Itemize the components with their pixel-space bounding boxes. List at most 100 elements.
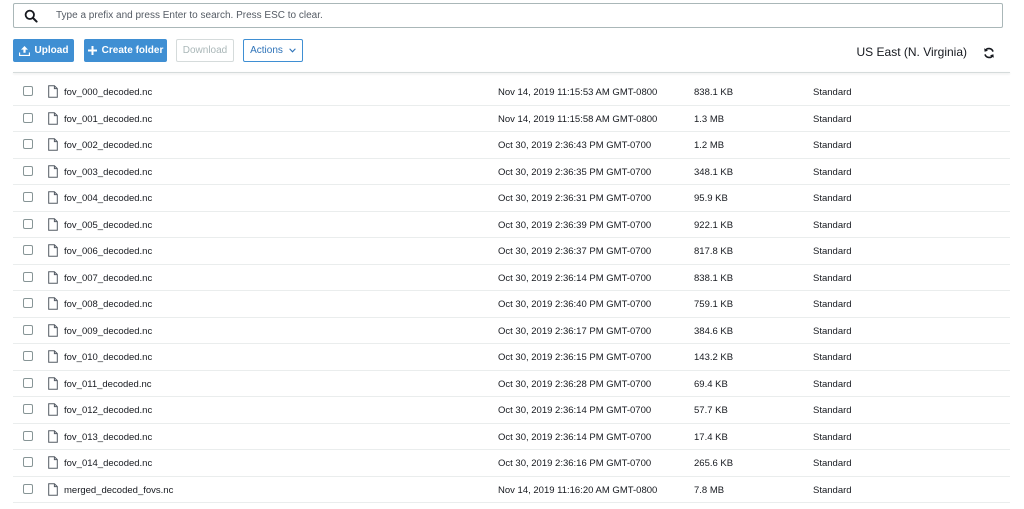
region-label: US East (N. Virginia): [856, 45, 967, 59]
row-checkbox[interactable]: [23, 86, 33, 96]
row-checkbox[interactable]: [23, 324, 33, 335]
file-icon: [48, 164, 58, 178]
file-row[interactable]: fov_001_decoded.nc Nov 14, 2019 11:15:58…: [13, 106, 1010, 132]
search-icon: [24, 9, 38, 23]
file-row[interactable]: fov_011_decoded.nc Oct 30, 2019 2:36:28 …: [13, 371, 1010, 397]
file-storage-class: Standard: [813, 140, 852, 151]
create-folder-button[interactable]: Create folder: [84, 39, 167, 62]
file-last-modified: Nov 14, 2019 11:15:58 AM GMT-0800: [498, 113, 658, 125]
file-last-modified: Oct 30, 2019 2:36:17 PM GMT-0700: [498, 325, 652, 337]
file-name[interactable]: fov_009_decoded.nc: [64, 326, 152, 337]
file-name[interactable]: fov_007_decoded.nc: [64, 273, 152, 284]
row-checkbox[interactable]: [23, 351, 33, 361]
file-storage-class: Standard: [813, 113, 852, 125]
actions-dropdown[interactable]: Actions: [243, 39, 303, 62]
file-name[interactable]: fov_002_decoded.nc: [64, 140, 152, 151]
file-name[interactable]: fov_005_decoded.nc: [64, 220, 152, 231]
file-row[interactable]: fov_013_decoded.nc Oct 30, 2019 2:36:14 …: [13, 424, 1010, 450]
search-box[interactable]: [13, 3, 1003, 28]
file-icon: [48, 244, 58, 257]
row-checkbox[interactable]: [23, 298, 33, 308]
file-icon: [48, 85, 58, 98]
file-row[interactable]: fov_010_decoded.nc Oct 30, 2019 2:36:15 …: [13, 344, 1010, 371]
file-icon: [48, 270, 58, 284]
file-name[interactable]: fov_003_decoded.nc: [64, 167, 152, 178]
file-size: 57.7 KB: [694, 405, 728, 416]
actions-label: Actions: [250, 45, 283, 56]
file-last-modified: Oct 30, 2019 2:36:43 PM GMT-0700: [498, 140, 652, 151]
file-name[interactable]: fov_013_decoded.nc: [64, 432, 152, 443]
row-checkbox[interactable]: [23, 483, 33, 494]
plus-icon: [87, 46, 97, 55]
row-checkbox[interactable]: [23, 457, 33, 467]
file-size: 17.4 KB: [694, 431, 728, 443]
file-last-modified: Oct 30, 2019 2:36:15 PM GMT-0700: [498, 352, 652, 363]
file-name[interactable]: fov_010_decoded.nc: [64, 352, 152, 363]
file-list: fov_000_decoded.nc Nov 14, 2019 11:15:53…: [13, 79, 1010, 503]
file-storage-class: Standard: [813, 193, 852, 204]
refresh-icon[interactable]: [983, 47, 995, 59]
file-row[interactable]: fov_003_decoded.nc Oct 30, 2019 2:36:35 …: [13, 159, 1010, 185]
file-size: 1.3 MB: [694, 113, 725, 125]
file-storage-class: Standard: [813, 272, 852, 284]
file-last-modified: Oct 30, 2019 2:36:28 PM GMT-0700: [498, 378, 652, 390]
file-name[interactable]: fov_012_decoded.nc: [64, 405, 152, 416]
file-size: 759.1 KB: [694, 299, 734, 310]
file-last-modified: Oct 30, 2019 2:36:37 PM GMT-0700: [498, 246, 652, 257]
row-checkbox[interactable]: [23, 377, 33, 388]
row-checkbox[interactable]: [23, 404, 33, 414]
upload-button[interactable]: Upload: [13, 39, 74, 62]
file-storage-class: Standard: [813, 484, 852, 496]
search-input[interactable]: [56, 4, 986, 27]
row-checkbox[interactable]: [23, 192, 33, 202]
file-row[interactable]: fov_009_decoded.nc Oct 30, 2019 2:36:17 …: [13, 318, 1010, 344]
file-row[interactable]: fov_005_decoded.nc Oct 30, 2019 2:36:39 …: [13, 212, 1010, 238]
file-size: 143.2 KB: [694, 352, 734, 363]
row-checkbox[interactable]: [23, 139, 33, 149]
file-last-modified: Oct 30, 2019 2:36:40 PM GMT-0700: [498, 299, 652, 310]
file-size: 95.9 KB: [694, 193, 728, 204]
file-row[interactable]: fov_006_decoded.nc Oct 30, 2019 2:36:37 …: [13, 238, 1010, 265]
file-size: 838.1 KB: [694, 272, 734, 284]
row-checkbox[interactable]: [23, 165, 33, 176]
row-checkbox[interactable]: [23, 430, 33, 441]
file-name[interactable]: fov_001_decoded.nc: [64, 114, 152, 125]
file-size: 7.8 MB: [694, 484, 725, 496]
file-row[interactable]: fov_002_decoded.nc Oct 30, 2019 2:36:43 …: [13, 132, 1010, 159]
row-checkbox[interactable]: [23, 245, 33, 255]
file-icon: [48, 482, 58, 496]
file-name[interactable]: fov_006_decoded.nc: [64, 246, 152, 257]
file-last-modified: Oct 30, 2019 2:36:14 PM GMT-0700: [498, 431, 652, 443]
file-size: 265.6 KB: [694, 458, 734, 469]
file-size: 384.6 KB: [694, 325, 734, 337]
file-icon: [48, 138, 58, 151]
file-last-modified: Oct 30, 2019 2:36:14 PM GMT-0700: [498, 272, 652, 284]
file-name[interactable]: fov_014_decoded.nc: [64, 458, 152, 469]
file-storage-class: Standard: [813, 378, 852, 390]
file-row[interactable]: fov_000_decoded.nc Nov 14, 2019 11:15:53…: [13, 79, 1010, 106]
file-name[interactable]: fov_004_decoded.nc: [64, 193, 152, 204]
file-row[interactable]: merged_decoded_fovs.nc Nov 14, 2019 11:1…: [13, 477, 1010, 503]
file-icon: [48, 217, 58, 231]
file-name[interactable]: fov_011_decoded.nc: [64, 379, 152, 390]
file-row[interactable]: fov_004_decoded.nc Oct 30, 2019 2:36:31 …: [13, 185, 1010, 212]
file-row[interactable]: fov_012_decoded.nc Oct 30, 2019 2:36:14 …: [13, 397, 1010, 424]
file-name[interactable]: fov_000_decoded.nc: [64, 87, 152, 98]
row-checkbox[interactable]: [23, 218, 33, 229]
file-row[interactable]: fov_007_decoded.nc Oct 30, 2019 2:36:14 …: [13, 265, 1010, 291]
row-checkbox[interactable]: [23, 271, 33, 282]
file-icon: [48, 376, 58, 390]
file-row[interactable]: fov_014_decoded.nc Oct 30, 2019 2:36:16 …: [13, 450, 1010, 477]
file-storage-class: Standard: [813, 299, 852, 310]
file-last-modified: Nov 14, 2019 11:16:20 AM GMT-0800: [498, 484, 658, 496]
file-last-modified: Nov 14, 2019 11:15:53 AM GMT-0800: [498, 87, 658, 98]
file-row[interactable]: fov_008_decoded.nc Oct 30, 2019 2:36:40 …: [13, 291, 1010, 318]
upload-icon: [18, 45, 30, 56]
file-icon: [48, 111, 58, 125]
download-button[interactable]: Download: [176, 39, 234, 62]
file-name[interactable]: fov_008_decoded.nc: [64, 299, 152, 310]
file-name[interactable]: merged_decoded_fovs.nc: [64, 485, 173, 496]
file-size: 922.1 KB: [694, 219, 734, 231]
row-checkbox[interactable]: [23, 112, 33, 123]
file-last-modified: Oct 30, 2019 2:36:39 PM GMT-0700: [498, 219, 652, 231]
